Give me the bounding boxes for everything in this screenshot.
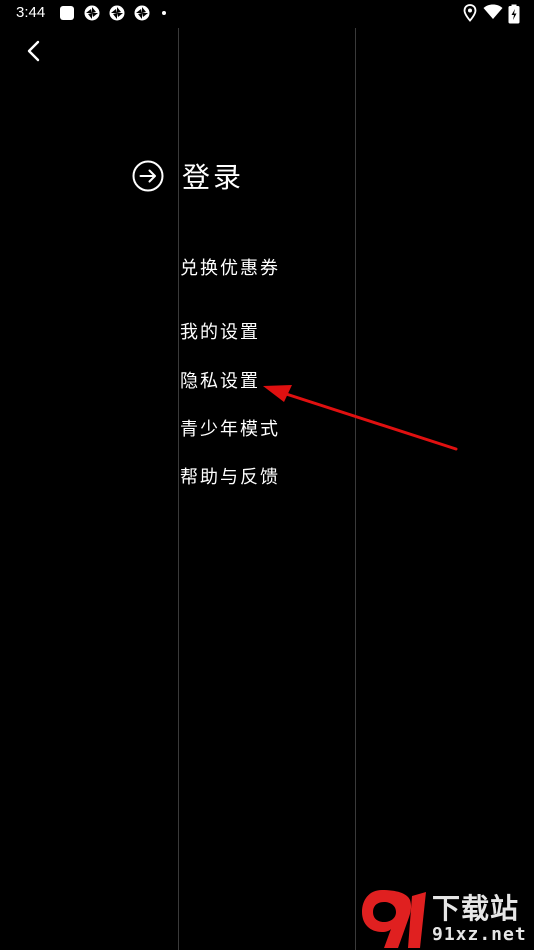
wifi-icon bbox=[483, 4, 503, 19]
aperture-icon bbox=[109, 5, 125, 21]
app-square-icon bbox=[60, 6, 74, 20]
menu-item-privacy-settings[interactable]: 隐私设置 bbox=[180, 367, 260, 393]
status-bar: 3:44 bbox=[0, 0, 534, 28]
menu-item-redeem-coupon[interactable]: 兑换优惠券 bbox=[180, 254, 280, 280]
battery-charging-icon bbox=[508, 4, 520, 24]
location-icon bbox=[463, 4, 477, 22]
watermark-title: 下载站 bbox=[432, 892, 520, 925]
arrow-right-circle-icon bbox=[132, 160, 164, 192]
more-dot-icon bbox=[162, 11, 166, 15]
divider-right bbox=[355, 28, 356, 950]
menu-item-my-settings[interactable]: 我的设置 bbox=[180, 318, 260, 344]
login-button[interactable]: 登录 bbox=[132, 158, 244, 194]
status-time: 3:44 bbox=[16, 4, 46, 21]
aperture-icon bbox=[84, 5, 100, 21]
login-label: 登录 bbox=[182, 161, 245, 194]
back-button[interactable] bbox=[22, 38, 46, 64]
menu-item-help-feedback[interactable]: 帮助与反馈 bbox=[180, 463, 280, 489]
chevron-left-icon bbox=[27, 40, 40, 62]
watermark-url: 91xz.net bbox=[432, 924, 527, 945]
menu-item-teen-mode[interactable]: 青少年模式 bbox=[180, 415, 280, 441]
aperture-icon bbox=[134, 5, 150, 21]
